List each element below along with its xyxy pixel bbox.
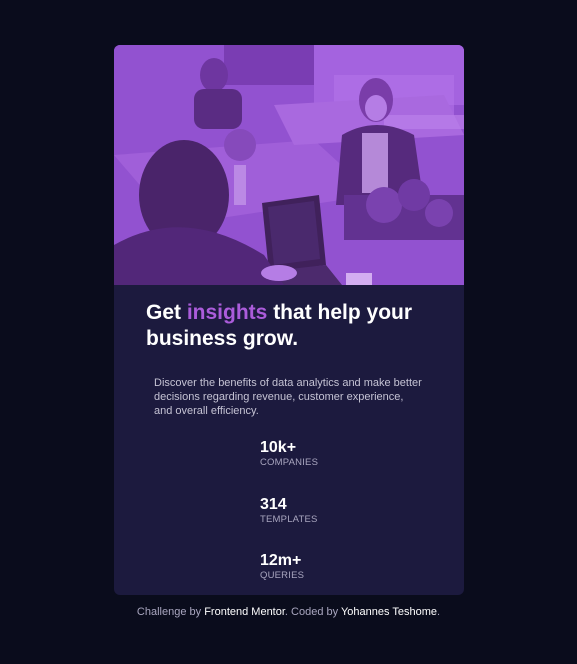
stat-value: 10k+ [260,439,297,456]
attribution-middle: . Coded by [284,606,341,618]
headline-accent-word: insights [186,301,268,324]
attribution-prefix: Challenge by [136,606,205,618]
stat-label: COMPANIES [260,457,319,468]
attribution-footer: Challenge by Frontend Mentor. Coded by Y… [0,605,577,619]
stat-templates: 314 TEMPLATES [260,496,410,526]
stat-companies: 10k+ COMPANIES [260,439,410,469]
headline: Get insights that help your business gro… [146,300,446,352]
frontend-mentor-link[interactable]: Frontend Mentor [204,606,285,618]
attribution-suffix: . [437,606,441,618]
author-link[interactable]: Yohannes Teshome [341,606,437,618]
description: Discover the benefits of data analytics … [154,377,422,417]
headline-prefix: Get [146,301,187,324]
stat-value: 12m+ [260,552,302,569]
stat-value: 314 [260,496,287,513]
stat-queries: 12m+ QUERIES [260,552,410,582]
stats-preview-card: Get insights that help your business gro… [114,45,464,595]
office-team-image [114,45,464,285]
stat-label: QUERIES [260,570,305,581]
stat-label: TEMPLATES [260,514,318,525]
